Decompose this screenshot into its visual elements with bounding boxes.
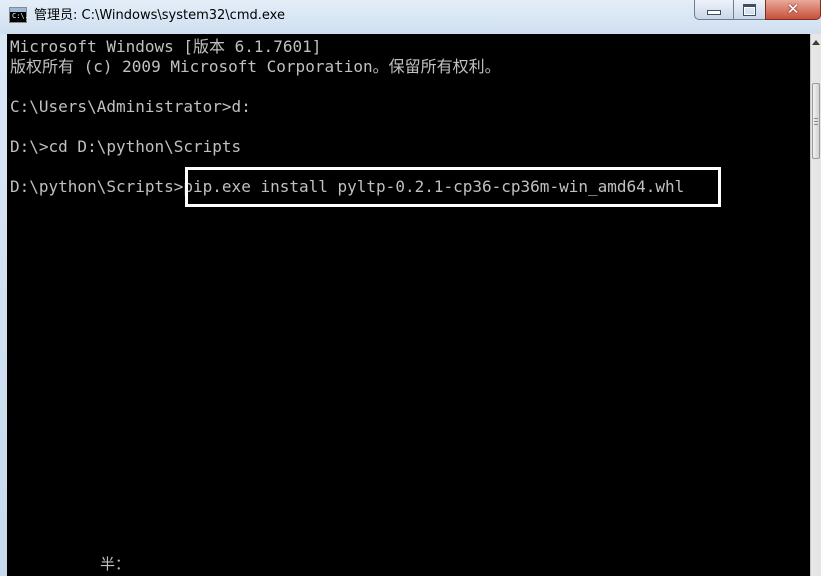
ime-status-indicator: 半： <box>100 555 131 573</box>
cmd-window: C:\. 管理员: C:\Windows\system32\cmd.exe ✕ … <box>0 0 821 576</box>
console-line: C:\Users\Administrator>d: <box>10 97 251 116</box>
cmd-app-icon[interactable]: C:\. <box>9 7 29 23</box>
close-button[interactable]: ✕ <box>765 0 821 20</box>
vertical-scrollbar[interactable] <box>810 34 821 576</box>
console-output[interactable]: Microsoft Windows [版本 6.1.7601] 版权所有 (c)… <box>7 34 810 576</box>
console-line: Microsoft Windows [版本 6.1.7601] <box>10 37 322 56</box>
grip-line <box>814 121 818 122</box>
arrow-up-icon <box>812 39 820 45</box>
grip-line <box>814 124 818 125</box>
window-title: 管理员: C:\Windows\system32\cmd.exe <box>34 8 285 23</box>
close-icon: ✕ <box>786 0 800 18</box>
minimize-icon <box>707 10 721 15</box>
minimize-button[interactable] <box>694 0 734 20</box>
grip-line <box>814 118 818 119</box>
command-highlight-box <box>185 167 721 207</box>
console-line: D:\>cd D:\python\Scripts <box>10 137 242 156</box>
scroll-thumb[interactable] <box>812 83 820 159</box>
scroll-up-button[interactable] <box>811 34 821 50</box>
console-line: 版权所有 (c) 2009 Microsoft Corporation。保留所有… <box>10 57 501 76</box>
maximize-icon <box>743 3 756 16</box>
title-bar[interactable]: C:\. 管理员: C:\Windows\system32\cmd.exe ✕ <box>0 0 821 34</box>
maximize-button[interactable] <box>733 0 766 20</box>
